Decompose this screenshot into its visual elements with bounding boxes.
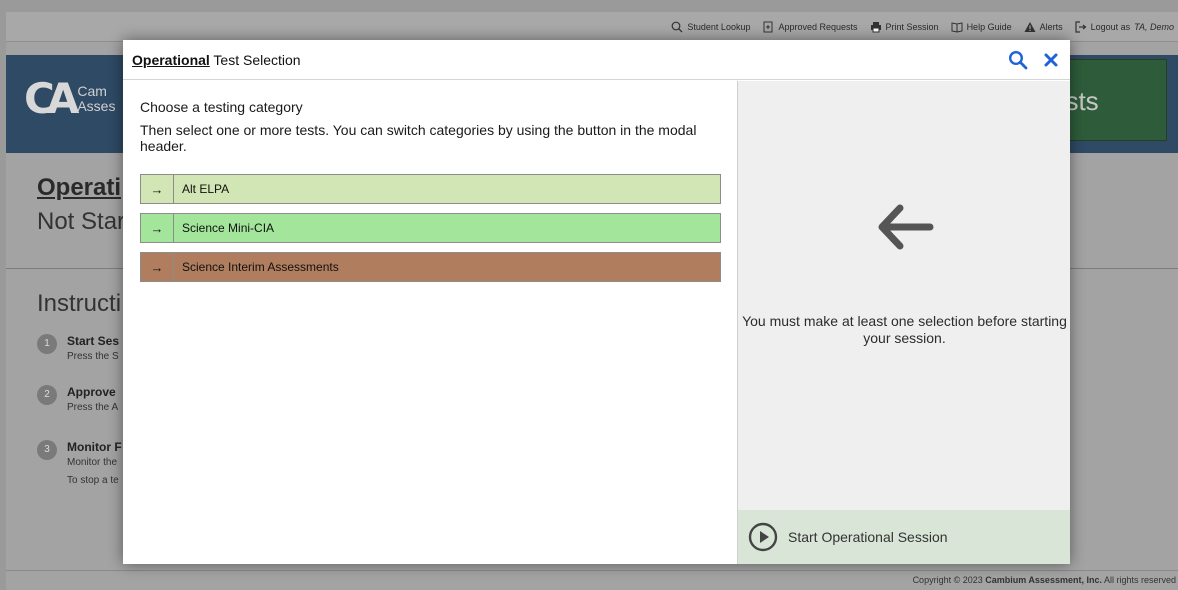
book-icon [951, 21, 963, 33]
step-desc: Press the A [67, 402, 119, 413]
category-label: Science Interim Assessments [182, 260, 339, 274]
alerts-link[interactable]: Alerts [1024, 21, 1063, 33]
logout-user: TA, Demo [1134, 21, 1174, 32]
arrow-left-icon [874, 204, 934, 255]
footer-company: Cambium Assessment, Inc. [985, 575, 1102, 585]
modal-title: Operational Test Selection [132, 52, 301, 68]
modal-title-category[interactable]: Operational [132, 52, 210, 68]
step-desc: Press the S [67, 351, 119, 362]
logo-mark: CA [24, 74, 79, 123]
category-button-science-mini-cia[interactable]: → Science Mini-CIA [140, 213, 721, 243]
logout-prefix: Logout as [1090, 21, 1131, 32]
start-session-label: Start Operational Session [788, 529, 948, 545]
modal-header: Operational Test Selection [123, 40, 1070, 80]
search-icon [672, 21, 683, 32]
category-button-alt-elpa[interactable]: → Alt ELPA [140, 174, 721, 204]
step-number: 1 [37, 334, 57, 354]
step-desc: Monitor the [67, 457, 118, 468]
step-number: 3 [37, 440, 57, 460]
footer-prefix: Copyright © 2023 [912, 575, 986, 585]
logout-link[interactable]: Logout as TA, Demo [1075, 20, 1174, 33]
footer: Copyright © 2023 Cambium Assessment, Inc… [6, 570, 1178, 590]
step-number: 2 [37, 385, 57, 405]
document-plus-icon [763, 21, 773, 32]
category-instructions: Then select one or more tests. You can s… [140, 122, 697, 154]
help-guide-link[interactable]: Help Guide [951, 21, 1012, 33]
search-icon [1008, 50, 1028, 70]
help-guide-label: Help Guide [966, 21, 1012, 32]
category-label: Science Mini-CIA [182, 221, 275, 235]
approved-requests-label: Approved Requests [778, 21, 858, 32]
student-lookup-label: Student Lookup [687, 21, 751, 32]
modal-title-rest: Test Selection [209, 52, 301, 68]
close-icon [1044, 53, 1058, 67]
category-pane: Choose a testing category Then select on… [123, 81, 737, 564]
step-title: Monitor F [67, 440, 122, 454]
session-status: Not Star [37, 208, 126, 235]
arrow-right-icon: → [141, 175, 174, 203]
play-circle-icon [748, 522, 778, 552]
start-session-button[interactable]: Start Operational Session [738, 510, 1070, 564]
selection-required-message: You must make at least one selection bef… [742, 313, 1067, 346]
arrow-right-icon: → [141, 214, 174, 242]
top-toolbar: Student Lookup Approved Requests Print S… [6, 12, 1178, 42]
print-session-link[interactable]: Print Session [870, 21, 939, 33]
session-title: Operati [37, 174, 122, 201]
test-selection-modal: Operational Test Selection Choose a test… [123, 40, 1070, 564]
arrow-right-icon: → [141, 253, 174, 281]
instructions-title: Instructi [37, 290, 122, 317]
student-lookup-link[interactable]: Student Lookup [671, 21, 750, 33]
category-heading: Choose a testing category [140, 99, 303, 115]
modal-close-button[interactable] [1040, 49, 1062, 71]
step-desc-secondary: To stop a te [67, 475, 119, 486]
warning-icon [1024, 21, 1036, 32]
session-heading: Operati Not Star [37, 174, 125, 236]
category-label: Alt ELPA [182, 182, 230, 196]
logout-icon [1075, 20, 1087, 33]
category-button-science-interim[interactable]: → Science Interim Assessments [140, 252, 721, 282]
print-session-label: Print Session [885, 21, 939, 32]
footer-suffix: All rights reserved [1101, 575, 1176, 585]
cambium-logo: CA Cam Asses [24, 78, 115, 120]
step-title: Approve [67, 385, 116, 399]
alerts-label: Alerts [1039, 21, 1063, 32]
approved-requests-link[interactable]: Approved Requests [762, 21, 858, 33]
logo-text: Cam Asses [77, 83, 116, 114]
selection-summary-pane: You must make at least one selection bef… [737, 81, 1070, 564]
step-title: Start Ses [67, 334, 120, 348]
printer-icon [870, 21, 881, 32]
modal-search-button[interactable] [1007, 49, 1029, 71]
